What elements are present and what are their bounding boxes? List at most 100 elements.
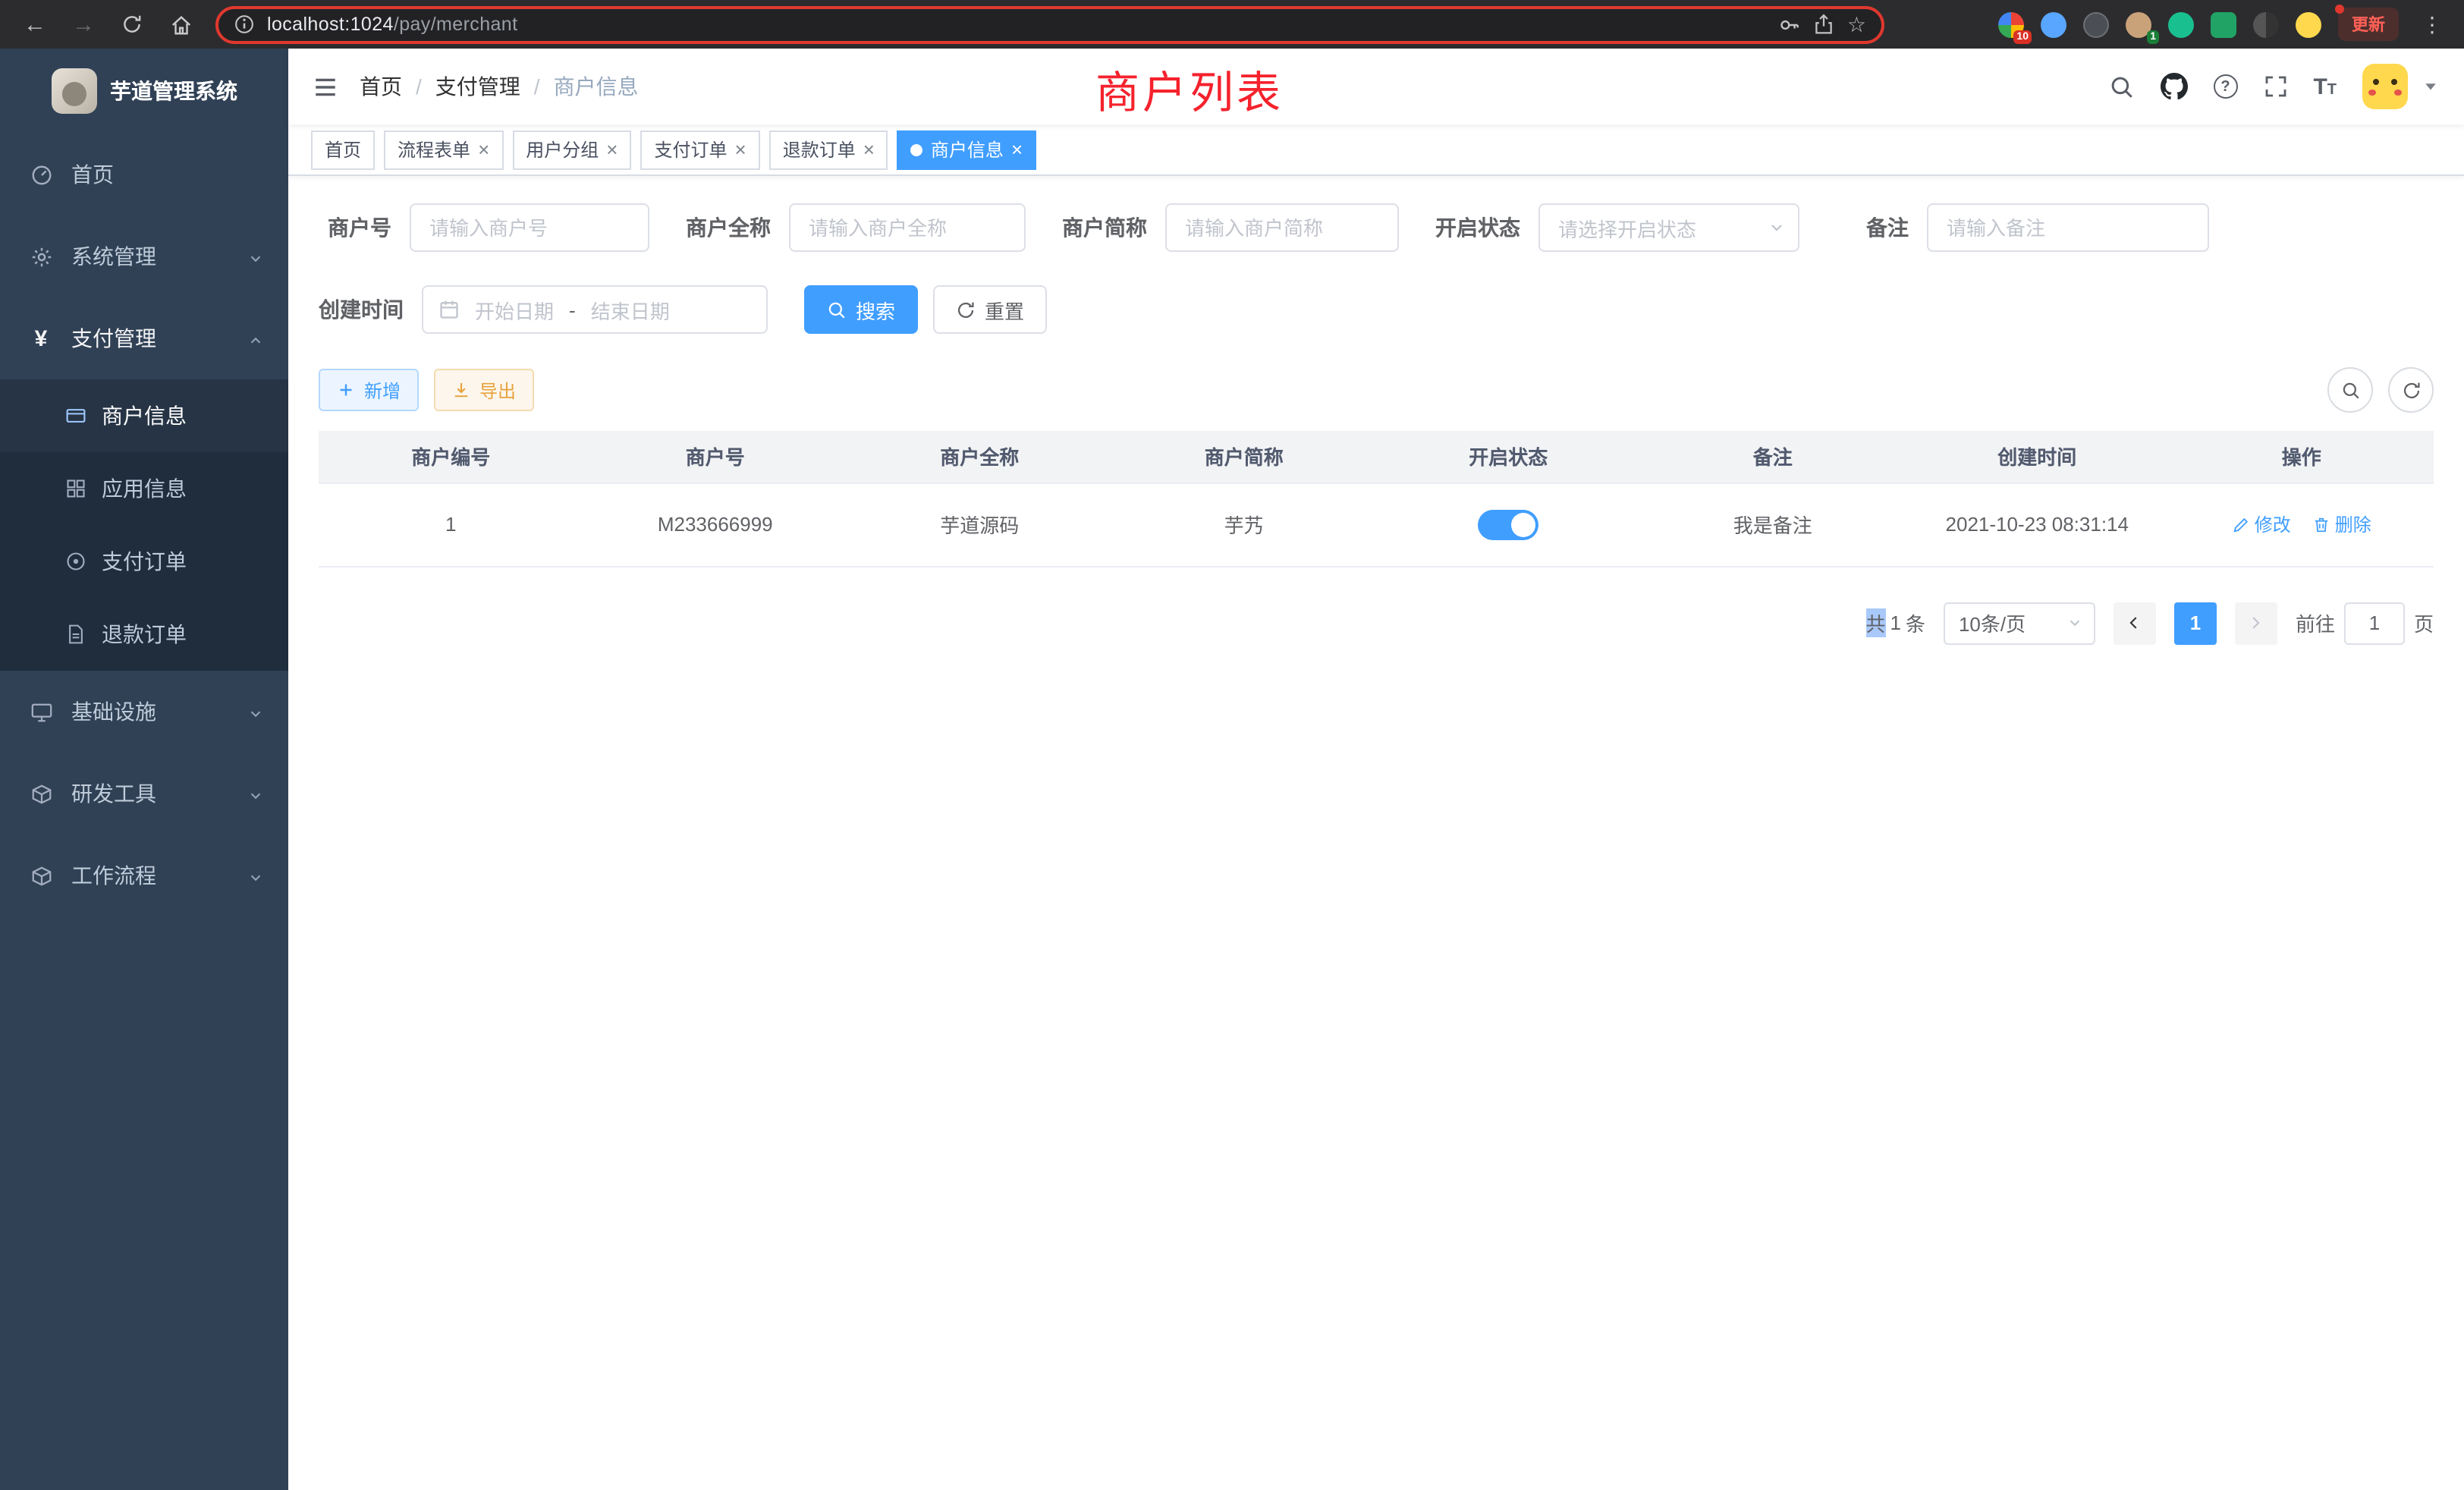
- user-dropdown-caret-icon[interactable]: [2422, 73, 2440, 100]
- github-icon[interactable]: [2160, 73, 2187, 100]
- merchant-no-input[interactable]: [410, 203, 649, 252]
- extension-icon[interactable]: [2083, 11, 2109, 37]
- sidebar-item-payment-order[interactable]: 支付订单: [0, 525, 288, 598]
- sidebar-item-refund-order[interactable]: 退款订单: [0, 598, 288, 671]
- sidebar-item-infrastructure[interactable]: 基础设施: [0, 671, 288, 753]
- profile-avatar-icon[interactable]: [2296, 11, 2321, 37]
- remark-input[interactable]: [1927, 203, 2209, 252]
- browser-back-button[interactable]: ←: [12, 5, 58, 44]
- extension-icon[interactable]: [2041, 11, 2066, 37]
- browser-menu-button[interactable]: ⋮: [2415, 11, 2449, 37]
- extension-icon[interactable]: 1: [2126, 11, 2151, 37]
- sidebar-item-app-info[interactable]: 应用信息: [0, 452, 288, 525]
- prev-page-button[interactable]: [2114, 602, 2156, 644]
- breadcrumb-item[interactable]: 支付管理: [435, 71, 520, 102]
- sidebar-item-home[interactable]: 首页: [0, 134, 288, 215]
- export-button[interactable]: 导出: [434, 369, 534, 411]
- merchant-full-name-input[interactable]: [789, 203, 1026, 252]
- delete-label: 删除: [2335, 511, 2371, 537]
- cell-remark: 我是备注: [1641, 483, 1906, 566]
- chevron-down-icon: [247, 781, 264, 806]
- home-icon: [169, 13, 192, 36]
- tab-home[interactable]: 首页: [311, 130, 375, 169]
- sidebar-item-system[interactable]: 系统管理: [0, 215, 288, 297]
- menu-label: 工作流程: [71, 860, 156, 891]
- goto-page-input[interactable]: [2344, 602, 2405, 644]
- tab-process-form[interactable]: 流程表单×: [384, 130, 503, 169]
- merchant-short-name-input[interactable]: [1165, 203, 1399, 252]
- address-bar[interactable]: localhost:1024/pay/merchant ☆: [215, 5, 1884, 43]
- next-page-button[interactable]: [2235, 602, 2277, 644]
- plus-icon: [337, 381, 355, 399]
- site-info-icon[interactable]: [234, 14, 255, 35]
- total-suffix: 条: [1906, 608, 1925, 637]
- date-end-placeholder: 结束日期: [591, 295, 670, 324]
- status-toggle[interactable]: [1478, 509, 1538, 539]
- extension-icon[interactable]: 10: [1998, 11, 2024, 37]
- help-icon[interactable]: ?: [2213, 74, 2237, 99]
- navbar-actions: ? TT: [2108, 64, 2440, 109]
- column-header: 开启状态: [1376, 431, 1641, 483]
- toggle-knob: [1511, 512, 1535, 536]
- trash-icon: [2312, 515, 2330, 533]
- extension-badge: 10: [2013, 30, 2032, 43]
- close-icon[interactable]: ×: [1011, 140, 1023, 159]
- reset-button[interactable]: 重置: [933, 285, 1047, 334]
- menu-label: 支付管理: [71, 323, 156, 354]
- table-header-row: 商户编号 商户号 商户全称 商户简称 开启状态 备注 创建时间 操作: [319, 431, 2434, 483]
- browser-update-button[interactable]: 更新: [2338, 8, 2399, 41]
- toggle-search-button[interactable]: [2327, 367, 2373, 413]
- chevron-up-icon: [247, 326, 264, 350]
- toolbox-icon: [29, 782, 53, 805]
- browser-reload-button[interactable]: [109, 5, 155, 44]
- sidebar-item-dev-tools[interactable]: 研发工具: [0, 753, 288, 835]
- sidebar-item-payment[interactable]: ¥ 支付管理: [0, 297, 288, 379]
- page-size-select[interactable]: 10条/页: [1944, 602, 2095, 644]
- sidebar-item-workflow[interactable]: 工作流程: [0, 835, 288, 916]
- goto-suffix: 页: [2414, 608, 2434, 637]
- cell-actions: 修改 删除: [2170, 483, 2434, 566]
- status-select[interactable]: 请选择开启状态: [1538, 203, 1799, 252]
- refresh-table-button[interactable]: [2388, 367, 2434, 413]
- tab-refund-order[interactable]: 退款订单×: [769, 130, 888, 169]
- close-icon[interactable]: ×: [606, 140, 618, 159]
- search-button[interactable]: 搜索: [804, 285, 918, 334]
- add-button[interactable]: 新增: [319, 369, 419, 411]
- submenu-label: 支付订单: [102, 546, 187, 577]
- page-number-button[interactable]: 1: [2174, 602, 2217, 644]
- search-icon[interactable]: [2108, 74, 2134, 99]
- close-icon[interactable]: ×: [863, 140, 875, 159]
- close-icon[interactable]: ×: [478, 140, 489, 159]
- share-icon[interactable]: [1814, 14, 1835, 35]
- edit-button[interactable]: 修改: [2232, 511, 2291, 537]
- delete-button[interactable]: 删除: [2312, 511, 2371, 537]
- extension-icon[interactable]: [2211, 11, 2236, 37]
- browser-forward-button[interactable]: →: [61, 5, 106, 44]
- close-icon[interactable]: ×: [735, 140, 746, 159]
- page-annotation: 商户列表: [1095, 58, 1284, 121]
- tab-payment-order[interactable]: 支付订单×: [640, 130, 759, 169]
- filter-remark: 备注: [1836, 203, 2209, 252]
- forward-icon: →: [72, 11, 95, 37]
- user-avatar[interactable]: [2362, 64, 2408, 109]
- sidebar-item-merchant-info[interactable]: 商户信息: [0, 379, 288, 452]
- bookmark-star-icon[interactable]: ☆: [1847, 11, 1866, 37]
- breadcrumb-separator: /: [534, 74, 540, 99]
- tab-merchant-info[interactable]: 商户信息×: [897, 130, 1036, 169]
- app-logo[interactable]: 芋道管理系统: [0, 49, 288, 134]
- extension-icon[interactable]: [2168, 11, 2194, 37]
- breadcrumb-item[interactable]: 首页: [360, 71, 402, 102]
- table-row: 1 M233666999 芋道源码 芋艿 我是备注 2021-10-23 08:…: [319, 483, 2434, 566]
- browser-home-button[interactable]: [158, 5, 203, 44]
- font-size-large-glyph: T: [2313, 74, 2327, 99]
- filter-label: 创建时间: [319, 294, 422, 325]
- sidebar-toggle-button[interactable]: [313, 74, 338, 99]
- fullscreen-icon[interactable]: [2263, 74, 2287, 99]
- create-time-range-picker[interactable]: 开始日期 - 结束日期: [422, 285, 768, 334]
- filter-label: 备注: [1836, 212, 1927, 243]
- font-size-icon[interactable]: TT: [2313, 74, 2337, 99]
- password-key-icon[interactable]: [1779, 13, 1802, 36]
- tab-user-group[interactable]: 用户分组×: [512, 130, 631, 169]
- screen: ← → localhost:1024/pay/merchant ☆ 10 1 更…: [0, 0, 2464, 1490]
- extension-icon[interactable]: [2253, 11, 2279, 37]
